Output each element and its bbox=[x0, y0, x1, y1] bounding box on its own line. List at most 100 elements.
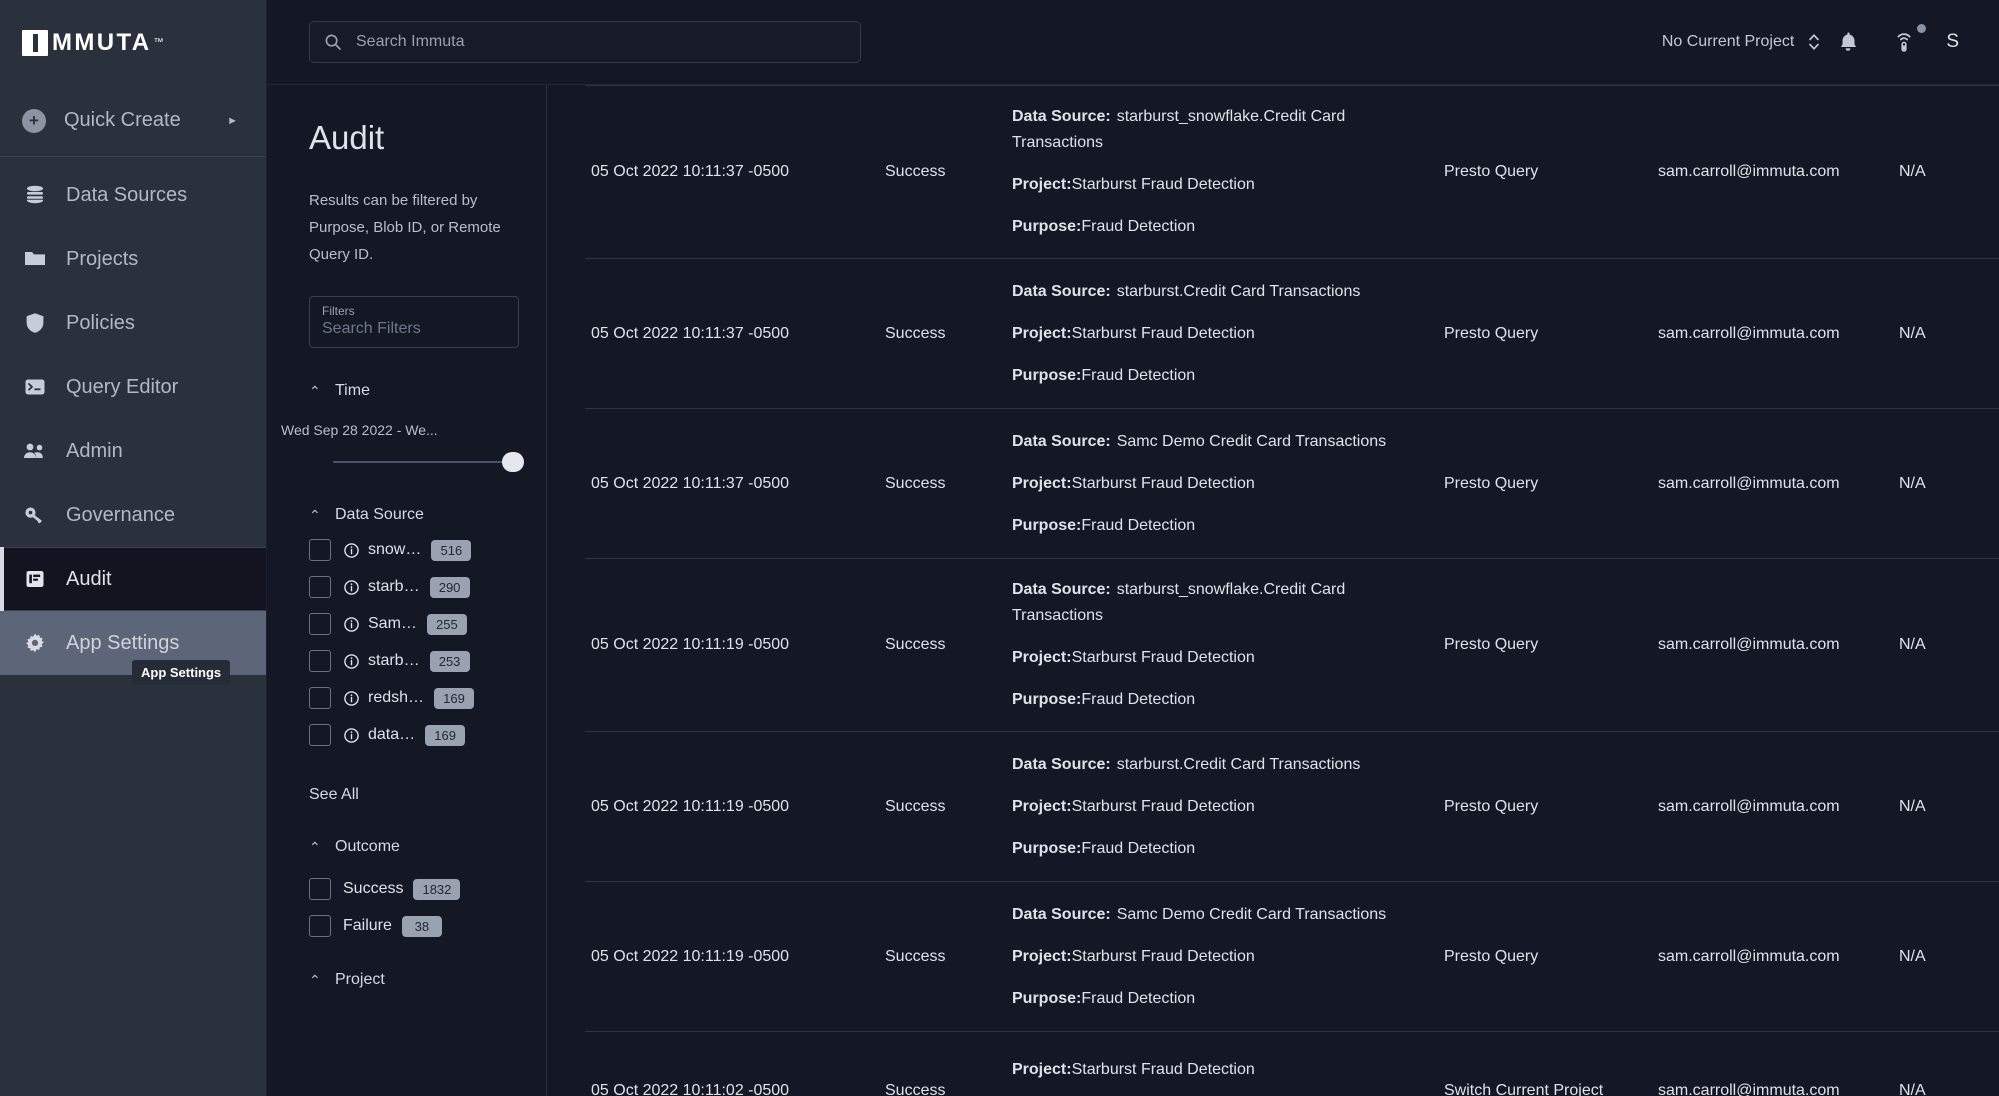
chevron-up-icon: ⌃ bbox=[309, 971, 321, 988]
info-icon[interactable] bbox=[343, 616, 360, 633]
info-icon[interactable] bbox=[343, 690, 360, 707]
checkbox[interactable] bbox=[309, 613, 331, 635]
sidebar-item-governance[interactable]: Governance bbox=[0, 483, 266, 547]
cell-outcome: Success bbox=[885, 1081, 946, 1096]
info-icon[interactable] bbox=[343, 727, 360, 744]
sidebar-item-label: App Settings bbox=[66, 631, 180, 654]
filters-search-input[interactable]: Filters Search Filters bbox=[309, 296, 519, 348]
table-row[interactable]: 05 Oct 2022 10:11:19 -0500 Success Data … bbox=[585, 732, 1999, 882]
detail-project: Project:Starburst Fraud Detection bbox=[1012, 471, 1424, 497]
cell-extra: N/A bbox=[1899, 1081, 1926, 1096]
time-range-slider[interactable] bbox=[333, 452, 524, 472]
table-row[interactable]: 05 Oct 2022 10:11:37 -0500 Success Data … bbox=[585, 409, 1999, 559]
sidebar-item-label: Policies bbox=[66, 311, 135, 334]
filter-option[interactable]: redsh… 169 bbox=[309, 687, 546, 709]
slider-thumb[interactable] bbox=[502, 452, 524, 472]
sidebar-item-admin[interactable]: Admin bbox=[0, 419, 266, 483]
gear-icon bbox=[22, 630, 48, 656]
detail-value: Starburst Fraud Detection bbox=[1071, 649, 1255, 666]
sidebar-item-data-sources[interactable]: Data Sources bbox=[0, 163, 266, 227]
cell-details: Data Source: starburst_snowflake.Credit C… bbox=[1012, 577, 1444, 713]
cell-user: sam.carroll@immuta.com bbox=[1658, 947, 1840, 965]
filter-option[interactable]: Sam… 255 bbox=[309, 613, 546, 635]
chevron-up-icon: ⌃ bbox=[309, 506, 321, 523]
filter-option[interactable]: snow… 516 bbox=[309, 539, 546, 561]
checkbox[interactable] bbox=[309, 915, 331, 937]
cell-timestamp: 05 Oct 2022 10:11:37 -0500 bbox=[591, 474, 790, 492]
info-icon[interactable] bbox=[343, 542, 360, 559]
sidebar-item-query-editor[interactable]: Query Editor bbox=[0, 355, 266, 419]
checkbox[interactable] bbox=[309, 878, 331, 900]
checkbox[interactable] bbox=[309, 724, 331, 746]
detail-purpose: Purpose:Fraud Detection bbox=[1012, 214, 1424, 240]
see-all-link[interactable]: See All bbox=[309, 786, 546, 804]
table-row[interactable]: 05 Oct 2022 10:11:02 -0500 Success Proje… bbox=[585, 1032, 1999, 1096]
checkbox[interactable] bbox=[309, 650, 331, 672]
table-row[interactable]: 05 Oct 2022 10:11:19 -0500 Success Data … bbox=[585, 882, 1999, 1032]
quick-create-label: Quick Create bbox=[64, 109, 181, 131]
filter-option[interactable]: Failure 38 bbox=[309, 915, 546, 937]
detail-label: Data Source: bbox=[1012, 905, 1111, 923]
cell-timestamp: 05 Oct 2022 10:11:19 -0500 bbox=[591, 636, 790, 653]
filters-panel: Audit Results can be filtered by Purpose… bbox=[267, 85, 547, 1096]
current-project-selector[interactable]: No Current Project bbox=[1662, 31, 1821, 53]
table-row[interactable]: 05 Oct 2022 10:11:19 -0500 Success Data … bbox=[585, 559, 1999, 732]
sidebar-item-projects[interactable]: Projects bbox=[0, 227, 266, 291]
cell-user: sam.carroll@immuta.com bbox=[1658, 324, 1840, 342]
cell-action: Presto Query bbox=[1444, 947, 1539, 965]
detail-data-source: Data Source: starburst.Credit Card Transa… bbox=[1012, 279, 1424, 305]
detail-value: Starburst Fraud Detection bbox=[1071, 797, 1255, 815]
checkbox[interactable] bbox=[309, 576, 331, 598]
sidebar-item-audit[interactable]: Audit bbox=[0, 547, 266, 611]
immuta-logo[interactable]: MMUTA ™ bbox=[0, 0, 266, 85]
filter-option-count: 1832 bbox=[413, 878, 461, 900]
filter-section-project[interactable]: ⌃ Project bbox=[309, 971, 546, 989]
checkbox[interactable] bbox=[309, 539, 331, 561]
detail-purpose: Purpose:Fraud Detection bbox=[1012, 513, 1424, 539]
cell-timestamp: 05 Oct 2022 10:11:37 -0500 bbox=[591, 324, 790, 342]
detail-project: Project:Starburst Fraud Detection bbox=[1012, 172, 1424, 198]
notification-dot bbox=[1917, 24, 1927, 33]
detail-data-source: Data Source: Samc Demo Credit Card Transa… bbox=[1012, 902, 1424, 928]
cell-user: sam.carroll@immuta.com bbox=[1658, 1081, 1840, 1096]
shield-icon bbox=[22, 310, 48, 336]
filter-option-label: Sam… bbox=[368, 615, 417, 632]
table-row[interactable]: 05 Oct 2022 10:11:37 -0500 Success Data … bbox=[585, 259, 1999, 409]
table-row[interactable]: 05 Oct 2022 10:11:37 -0500 Success Data … bbox=[585, 85, 1999, 259]
cell-timestamp: 05 Oct 2022 10:11:37 -0500 bbox=[591, 163, 790, 180]
cell-details: Data Source: starburst_snowflake.Credit C… bbox=[1012, 104, 1444, 240]
broadcast-button[interactable] bbox=[1876, 14, 1932, 70]
detail-value: Starburst Fraud Detection bbox=[1071, 324, 1255, 342]
checkbox[interactable] bbox=[309, 687, 331, 709]
search-input[interactable]: Search Immuta bbox=[309, 21, 861, 63]
detail-project: Project:Starburst Fraud Detection bbox=[1012, 944, 1424, 970]
filter-section-data-source[interactable]: ⌃ Data Source bbox=[309, 506, 546, 524]
detail-label: Purpose: bbox=[1012, 516, 1082, 534]
filter-option-label: data… bbox=[368, 726, 416, 743]
sidebar-item-label: Projects bbox=[66, 247, 139, 270]
filter-section-outcome[interactable]: ⌃ Outcome bbox=[309, 838, 546, 856]
sidebar-item-label: Query Editor bbox=[66, 375, 179, 398]
sidebar-item-label: Audit bbox=[66, 567, 112, 590]
immuta-logo-text: MMUTA bbox=[52, 28, 152, 56]
filter-option-count: 516 bbox=[431, 539, 472, 561]
sidebar-item-label: Governance bbox=[66, 503, 175, 526]
chevron-up-icon: ⌃ bbox=[309, 382, 321, 399]
filter-option[interactable]: data… 169 bbox=[309, 724, 546, 746]
cell-details: Data Source: starburst.Credit Card Transa… bbox=[1012, 752, 1444, 862]
filter-option[interactable]: starb… 290 bbox=[309, 576, 546, 598]
cell-extra: N/A bbox=[1899, 797, 1926, 815]
quick-create-button[interactable]: + Quick Create ► bbox=[0, 85, 266, 157]
filters-input-placeholder: Search Filters bbox=[322, 320, 421, 337]
sidebar-item-policies[interactable]: Policies bbox=[0, 291, 266, 355]
notifications-button[interactable] bbox=[1820, 14, 1876, 70]
info-icon[interactable] bbox=[343, 579, 360, 596]
detail-purpose: Purpose:Fraud Detection bbox=[1012, 836, 1424, 862]
current-project-label: No Current Project bbox=[1661, 33, 1795, 50]
filter-option[interactable]: Success 1832 bbox=[309, 878, 546, 900]
filter-option-count: 253 bbox=[429, 650, 470, 672]
avatar[interactable]: S bbox=[1946, 31, 1959, 53]
info-icon[interactable] bbox=[343, 653, 360, 670]
filter-option[interactable]: starb… 253 bbox=[309, 650, 546, 672]
filter-section-time[interactable]: ⌃ Time bbox=[309, 382, 546, 400]
